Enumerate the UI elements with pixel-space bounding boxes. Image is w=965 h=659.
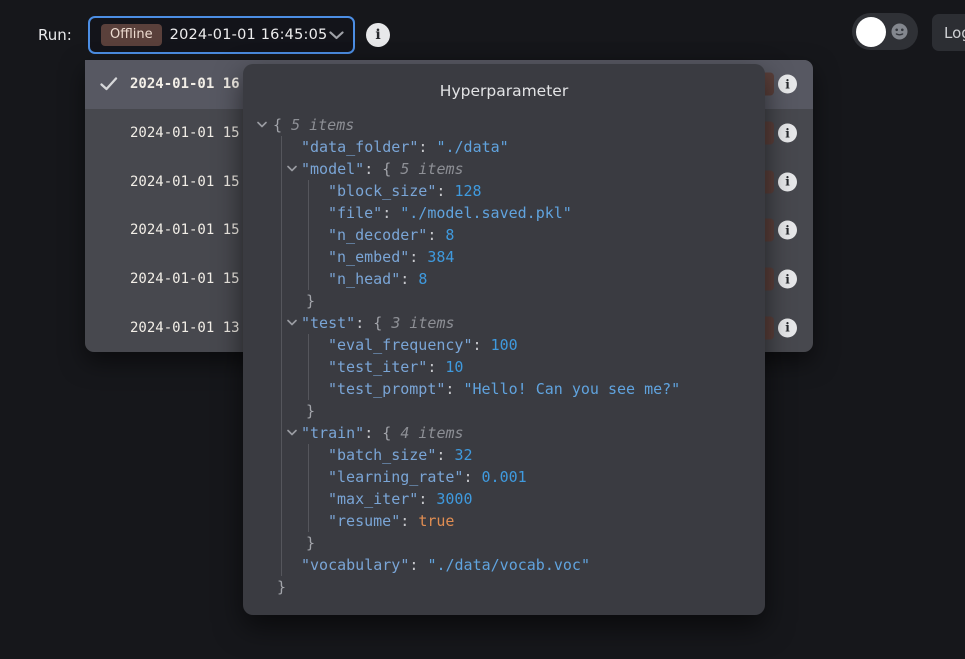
run-timestamp: 2024-01-01 15 xyxy=(130,271,240,287)
run-info-icon[interactable]: i xyxy=(778,75,797,94)
json-line: "learning_rate": 0.001 xyxy=(309,466,765,488)
json-line: "n_embed": 384 xyxy=(309,246,765,268)
json-line: } xyxy=(282,290,765,312)
json-line: "model": { 5 items xyxy=(282,158,765,180)
run-info-icon[interactable]: i xyxy=(778,221,797,240)
topbar: Run: Offline 2024-01-01 16:45:05 i Log xyxy=(0,0,965,60)
run-info-icon[interactable]: i xyxy=(778,124,797,143)
selected-run-value: 2024-01-01 16:45:05 xyxy=(170,27,328,43)
smiley-face-icon xyxy=(891,23,908,40)
json-line: "n_head": 8 xyxy=(309,268,765,290)
json-line: "data_folder": "./data" xyxy=(282,136,765,158)
caret-down-icon[interactable] xyxy=(287,319,297,326)
json-line: "vocabulary": "./data/vocab.voc" xyxy=(282,554,765,576)
chevron-down-icon xyxy=(329,31,344,40)
run-info-icon[interactable]: i xyxy=(366,23,390,47)
json-line: } xyxy=(282,400,765,422)
json-line: } xyxy=(282,532,765,554)
caret-down-icon[interactable] xyxy=(257,121,267,128)
popup-title: Hyperparameter xyxy=(243,82,765,100)
json-line: "n_decoder": 8 xyxy=(309,224,765,246)
run-info-icon[interactable]: i xyxy=(778,318,797,337)
json-line: "eval_frequency": 100 xyxy=(309,334,765,356)
hyperparameter-popup: Hyperparameter { 5 items"data_folder": "… xyxy=(243,64,765,615)
json-line: } xyxy=(243,576,765,598)
caret-down-icon[interactable] xyxy=(287,165,297,172)
run-timestamp: 2024-01-01 13 xyxy=(130,320,240,336)
run-timestamp: 2024-01-01 15 xyxy=(130,125,240,141)
check-icon xyxy=(100,77,120,91)
theme-toggle[interactable] xyxy=(852,13,918,50)
json-line: "max_iter": 3000 xyxy=(309,488,765,510)
run-select-dropdown[interactable]: Offline 2024-01-01 16:45:05 xyxy=(88,16,355,54)
json-line: "resume": true xyxy=(309,510,765,532)
hyperparameter-json-tree: { 5 items"data_folder": "./data""model":… xyxy=(243,114,765,598)
json-line: "block_size": 128 xyxy=(309,180,765,202)
json-line: "train": { 4 items xyxy=(282,422,765,444)
json-line: "test": { 3 items xyxy=(282,312,765,334)
toggle-knob[interactable] xyxy=(856,17,886,47)
run-timestamp: 2024-01-01 16 xyxy=(130,76,240,92)
run-label: Run: xyxy=(38,26,72,44)
run-info-icon[interactable]: i xyxy=(778,270,797,289)
offline-badge: Offline xyxy=(101,24,162,47)
run-timestamp: 2024-01-01 15 xyxy=(130,174,240,190)
json-line: "batch_size": 32 xyxy=(309,444,765,466)
json-line: "test_prompt": "Hello! Can you see me?" xyxy=(309,378,765,400)
run-timestamp: 2024-01-01 15 xyxy=(130,222,240,238)
log-button[interactable]: Log xyxy=(932,14,965,51)
json-line: "test_iter": 10 xyxy=(309,356,765,378)
json-line: "file": "./model.saved.pkl" xyxy=(309,202,765,224)
run-info-icon[interactable]: i xyxy=(778,172,797,191)
caret-down-icon[interactable] xyxy=(287,429,297,436)
json-line: { 5 items xyxy=(243,114,765,136)
